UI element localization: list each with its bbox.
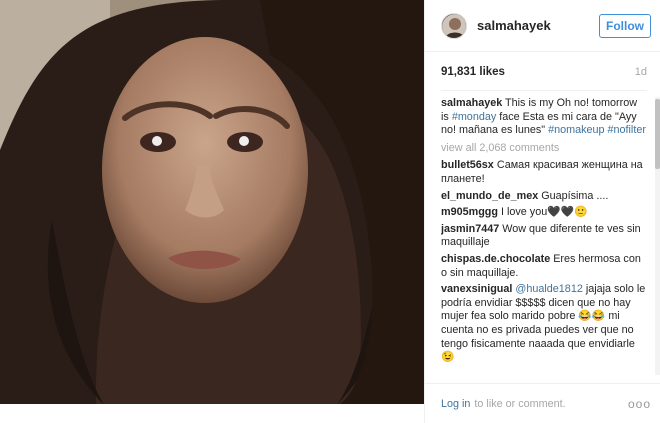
likes-count: 91,831 likes: [441, 66, 505, 78]
post-stats: 91,831 likes 1d: [441, 66, 647, 82]
more-options-icon[interactable]: ooo: [628, 397, 651, 411]
hashtag-nofilter[interactable]: #nofilter: [608, 124, 646, 136]
caption: salmahayek This is my Oh no! tomorrow is…: [441, 97, 647, 138]
comment-username[interactable]: el_mundo_de_mex: [441, 190, 538, 202]
hashtag-nomakeup[interactable]: #nomakeup: [548, 124, 604, 136]
comment-mention[interactable]: @hualde1812: [515, 283, 582, 295]
post-header: salmahayek Follow: [425, 0, 660, 52]
scrollbar-thumb[interactable]: [655, 99, 660, 169]
list-item: vanexsinigual @hualde1812 jajaja solo le…: [441, 283, 647, 365]
hashtag-monday[interactable]: #monday: [452, 111, 496, 123]
footer-text: to like or comment.: [474, 397, 566, 410]
comment-username[interactable]: chispas.de.chocolate: [441, 253, 550, 265]
comment-username[interactable]: m905mggg: [441, 206, 498, 218]
post-side-panel: salmahayek Follow 91,831 likes 1d salmah…: [424, 0, 660, 423]
comment-text: Guapísima ....: [541, 189, 609, 202]
list-item: jasmin7447 Wow que diferente te ves sin …: [441, 223, 647, 250]
follow-button[interactable]: Follow: [599, 13, 651, 38]
post-photo[interactable]: [0, 0, 424, 404]
list-item: el_mundo_de_mex Guapísima ....: [441, 190, 647, 204]
list-item: m905mggg I love you🖤🖤🙂: [441, 206, 647, 220]
view-all-comments-link[interactable]: view all 2,068 comments: [441, 142, 647, 156]
list-item: bullet56sx Самая красивая женщина на пла…: [441, 159, 647, 186]
comments-scrollbar[interactable]: [655, 97, 660, 375]
comment-username[interactable]: vanexsinigual: [441, 283, 512, 295]
caption-username[interactable]: salmahayek: [441, 97, 502, 109]
post-footer: Log in to like or comment. ooo: [425, 383, 660, 423]
comment-username[interactable]: bullet56sx: [441, 159, 494, 171]
username[interactable]: salmahayek: [477, 18, 599, 33]
stats-divider: [441, 90, 647, 91]
login-link[interactable]: Log in: [441, 398, 470, 410]
post-time: 1d: [634, 66, 647, 78]
comment-text: I love you🖤🖤🙂: [501, 206, 588, 219]
photo-bottom-gap: [0, 404, 424, 423]
comment-username[interactable]: jasmin7447: [441, 223, 499, 235]
comments-list: salmahayek This is my Oh no! tomorrow is…: [441, 97, 647, 375]
list-item: chispas.de.chocolate Eres hermosa con o …: [441, 253, 647, 280]
avatar[interactable]: [441, 12, 467, 39]
